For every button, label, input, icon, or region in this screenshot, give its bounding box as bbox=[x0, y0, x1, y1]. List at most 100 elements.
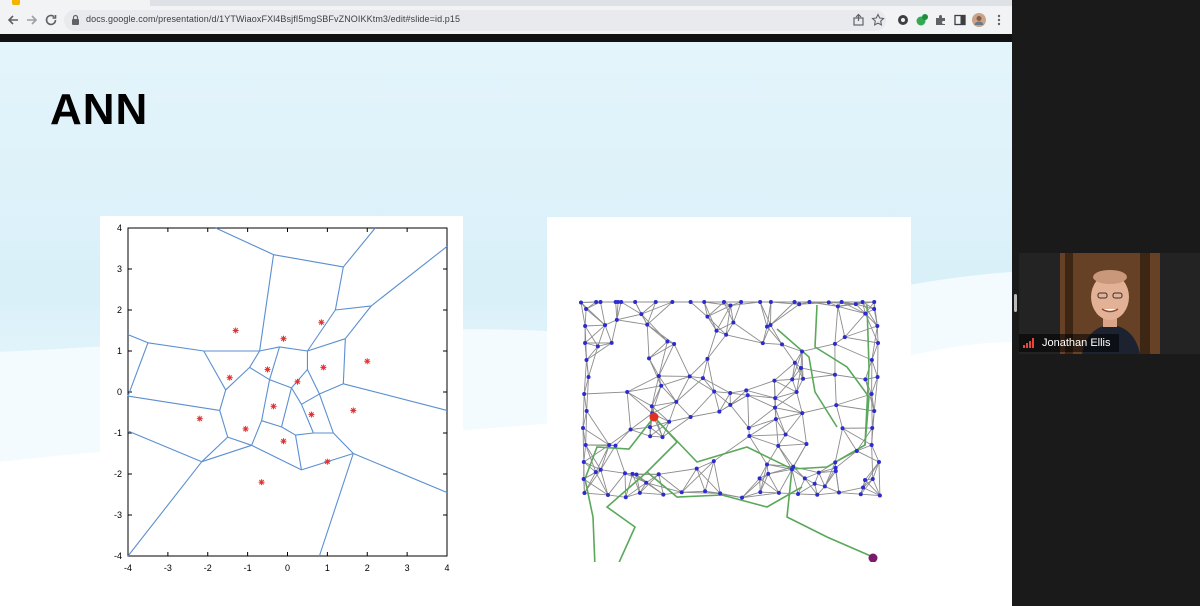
graph-node bbox=[758, 300, 763, 304]
graph-node bbox=[688, 414, 693, 419]
graph-node bbox=[724, 332, 729, 337]
graph-edge bbox=[615, 429, 631, 446]
graph-node bbox=[792, 360, 797, 365]
graph-edge bbox=[759, 478, 761, 493]
address-bar[interactable]: docs.google.com/presentation/d/1YTWiaoxF… bbox=[64, 10, 886, 31]
graph-node bbox=[711, 459, 716, 464]
graph-edge bbox=[762, 342, 783, 345]
share-icon[interactable] bbox=[852, 13, 866, 27]
graph-node bbox=[776, 490, 781, 495]
graph-node bbox=[822, 484, 827, 489]
slide-canvas: ANN -4 -3 -2 -1 0 1 2 3 4 4 3 2 1 0 -1 -2 -3 -4 bbox=[0, 42, 1012, 606]
graph-node bbox=[628, 427, 633, 432]
voronoi-plot: -4 -3 -2 -1 0 1 2 3 4 4 3 2 1 0 -1 -2 -3 -4 bbox=[114, 223, 450, 573]
graph-node bbox=[740, 495, 745, 500]
graph-edge bbox=[871, 444, 880, 463]
graph-node bbox=[739, 300, 744, 304]
graph-edge bbox=[748, 418, 777, 429]
graph-node bbox=[863, 477, 868, 482]
graph-edge bbox=[876, 325, 879, 344]
graph-edge bbox=[600, 469, 626, 474]
graph-edge bbox=[604, 324, 613, 344]
graph-node bbox=[665, 339, 670, 344]
graph-node bbox=[661, 492, 666, 497]
graph-edge bbox=[626, 391, 653, 414]
graph-node bbox=[832, 341, 837, 346]
arrow-right-icon[interactable] bbox=[24, 12, 40, 28]
graph-node bbox=[815, 492, 820, 497]
graph-edge bbox=[648, 358, 662, 386]
graph-node bbox=[623, 495, 628, 500]
voronoi-site bbox=[318, 319, 325, 326]
graph-edge bbox=[707, 330, 717, 360]
search-path bbox=[653, 304, 870, 470]
graph-edge bbox=[836, 393, 872, 406]
graph-node bbox=[790, 377, 795, 382]
graph-node bbox=[581, 477, 586, 481]
graph-edge bbox=[749, 434, 786, 437]
x-tick-label: -4 bbox=[124, 563, 132, 573]
y-tick-label: 3 bbox=[117, 264, 122, 274]
graph-edge bbox=[838, 492, 861, 495]
reload-icon[interactable] bbox=[43, 12, 59, 28]
graph-edge bbox=[611, 319, 618, 344]
graph-edge bbox=[878, 461, 881, 496]
graph-node bbox=[672, 341, 677, 346]
graph-edge bbox=[818, 472, 826, 487]
graph-edge bbox=[864, 479, 881, 496]
graph-node bbox=[875, 375, 880, 379]
tab-active[interactable] bbox=[0, 0, 150, 6]
x-tick-label: -1 bbox=[244, 563, 252, 573]
voronoi-site bbox=[364, 358, 371, 365]
graph-edge bbox=[835, 405, 843, 429]
graph-node bbox=[870, 426, 875, 430]
resize-handle[interactable] bbox=[1014, 294, 1017, 312]
graph-edge bbox=[615, 445, 626, 474]
graph-node bbox=[639, 312, 644, 317]
graph-node bbox=[872, 307, 877, 311]
graph-edge bbox=[702, 377, 731, 394]
graph-node bbox=[593, 470, 598, 475]
graph-node bbox=[718, 491, 723, 496]
star-icon[interactable] bbox=[871, 13, 885, 27]
graph-node bbox=[712, 389, 717, 394]
profile-avatar[interactable] bbox=[972, 13, 986, 27]
graph-edge bbox=[862, 461, 880, 488]
graph-node bbox=[872, 409, 877, 413]
graph-edge bbox=[707, 301, 725, 317]
graph-node bbox=[594, 300, 599, 304]
slides-favicon-icon bbox=[12, 0, 20, 5]
nearest-neighbor-graph bbox=[579, 300, 882, 568]
extension-icon[interactable] bbox=[915, 13, 929, 27]
graph-edge bbox=[730, 392, 748, 396]
graph-node bbox=[863, 311, 868, 316]
graph-node bbox=[714, 328, 719, 333]
graph-edge bbox=[583, 393, 588, 412]
graph-node bbox=[870, 477, 875, 481]
extension-icon[interactable] bbox=[896, 13, 910, 27]
graph-edge bbox=[696, 468, 706, 492]
y-tick-label: 1 bbox=[117, 346, 122, 356]
graph-edge bbox=[774, 378, 793, 382]
graph-node bbox=[766, 471, 771, 476]
graph-node bbox=[835, 304, 840, 309]
graph-node bbox=[798, 365, 803, 370]
voronoi-site bbox=[196, 415, 203, 422]
x-tick-label: 2 bbox=[365, 563, 370, 573]
sidebar-icon[interactable] bbox=[953, 13, 967, 27]
graph-node bbox=[826, 300, 831, 305]
graph-edge bbox=[607, 473, 626, 496]
graph-edge bbox=[582, 427, 610, 446]
url-text[interactable]: docs.google.com/presentation/d/1YTWiaoxF… bbox=[86, 14, 460, 24]
participant-name: Jonathan Ellis bbox=[1042, 337, 1111, 349]
more-vert-icon[interactable] bbox=[992, 13, 1006, 27]
slide-title: ANN bbox=[50, 85, 149, 134]
graph-node bbox=[584, 409, 589, 413]
arrow-left-icon[interactable] bbox=[5, 12, 21, 28]
graph-node bbox=[705, 314, 710, 319]
graph-node bbox=[645, 322, 650, 327]
voronoi-site bbox=[232, 327, 239, 334]
puzzle-icon[interactable] bbox=[934, 13, 948, 27]
y-tick-label: 2 bbox=[117, 305, 122, 315]
graph-edge bbox=[777, 434, 786, 447]
